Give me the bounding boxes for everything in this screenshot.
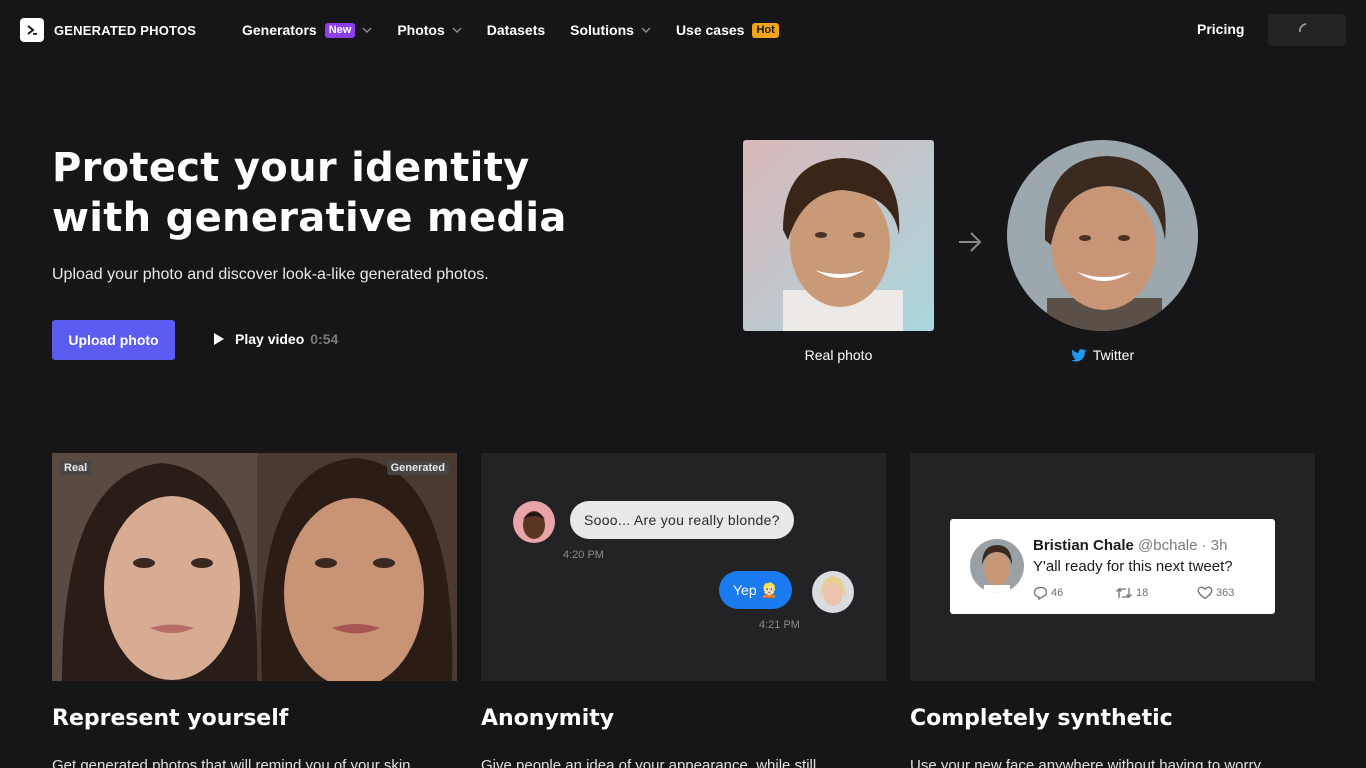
hero-title-line-2: with generative media: [52, 195, 567, 241]
logo-icon: [20, 18, 44, 42]
play-video-label: Play video: [235, 331, 305, 347]
generated-photo-label: Twitter: [1007, 347, 1198, 363]
menu-photos[interactable]: Photos: [397, 20, 462, 40]
menu-use-cases[interactable]: Use cases Hot: [676, 20, 779, 40]
top-navigation: GENERATED PHOTOS Generators New Photos D…: [0, 0, 1366, 60]
outgoing-timestamp: 4:21 PM: [759, 619, 800, 631]
hot-badge: Hot: [752, 22, 779, 38]
card-title-completely-synthetic: Completely synthetic: [910, 706, 1173, 731]
new-badge: New: [324, 22, 356, 38]
tweet-actions: 46 18 363: [1033, 586, 1279, 600]
tweet-header: Bristian Chale @bchale · 3h: [1033, 537, 1228, 554]
twitter-label: Twitter: [1092, 347, 1135, 363]
logo[interactable]: GENERATED PHOTOS: [20, 18, 196, 42]
generated-photo-image: [1007, 140, 1198, 331]
tweet-card: Bristian Chale @bchale · 3h Y'all ready …: [950, 519, 1275, 614]
hero-title-line-1: Protect your identity: [52, 145, 530, 191]
avatar: [513, 501, 555, 543]
menu-generators[interactable]: Generators New: [242, 20, 372, 40]
anonymity-card: Sooo... Are you really blonde? 4:20 PM Y…: [481, 453, 886, 681]
incoming-message: Sooo... Are you really blonde?: [570, 501, 794, 539]
tweet-handle: @bchale · 3h: [1138, 537, 1228, 554]
main-menu: Generators New Photos Datasets Solutions…: [242, 20, 804, 40]
heart-icon: [1197, 586, 1213, 600]
twitter-icon: [1071, 348, 1087, 362]
outgoing-message: Yep 👱🏻: [719, 571, 792, 609]
menu-use-cases-label: Use cases: [675, 22, 745, 38]
real-photo-label: Real photo: [804, 347, 873, 363]
retweet-count: 18: [1136, 587, 1149, 599]
pricing-link[interactable]: Pricing: [1197, 21, 1244, 37]
retweet-action: 18: [1115, 586, 1197, 600]
reply-action: 46: [1033, 586, 1115, 600]
menu-generators-label: Generators: [242, 22, 317, 38]
tweet-author-name: Bristian Chale: [1033, 537, 1134, 554]
video-duration: 0:54: [310, 331, 339, 347]
real-photo-image: [743, 140, 934, 331]
card-title-represent-yourself: Represent yourself: [52, 706, 289, 731]
completely-synthetic-card: Bristian Chale @bchale · 3h Y'all ready …: [910, 453, 1315, 681]
chevron-down-icon: [362, 27, 372, 33]
card-title-anonymity: Anonymity: [481, 706, 615, 731]
menu-solutions-label: Solutions: [570, 22, 634, 38]
card-text-anonymity: Give people an idea of your appearance, …: [481, 757, 817, 768]
avatar: [812, 571, 854, 613]
menu-datasets[interactable]: Datasets: [487, 20, 545, 40]
arrow-right-icon: [959, 232, 982, 252]
card-text-represent-yourself: Get generated photos that will remind yo…: [52, 757, 411, 768]
upload-photo-button[interactable]: Upload photo: [52, 320, 175, 360]
represent-yourself-card: Real Generated: [52, 453, 457, 681]
hero-subtitle: Upload your photo and discover look-a-li…: [52, 266, 489, 283]
logo-text: GENERATED PHOTOS: [54, 22, 197, 38]
real-tag: Real: [60, 461, 92, 475]
like-count: 363: [1216, 587, 1235, 599]
chevron-down-icon: [452, 27, 462, 33]
menu-photos-label: Photos: [397, 22, 445, 38]
avatar: [970, 539, 1024, 593]
reply-count: 46: [1051, 587, 1064, 599]
face-comparison-image: [52, 453, 457, 681]
incoming-timestamp: 4:20 PM: [563, 549, 604, 561]
hero-title: Protect your identity with generative me…: [52, 143, 672, 243]
like-action: 363: [1197, 586, 1279, 600]
chevron-down-icon: [641, 27, 651, 33]
card-text-completely-synthetic: Use your new face anywhere without havin…: [910, 757, 1262, 768]
account-button[interactable]: [1268, 14, 1346, 46]
retweet-icon: [1116, 588, 1132, 598]
menu-datasets-label: Datasets: [486, 22, 546, 38]
reply-icon: [1033, 586, 1048, 600]
tweet-text: Y'all ready for this next tweet?: [1033, 558, 1233, 575]
menu-solutions[interactable]: Solutions: [570, 20, 651, 40]
play-video-button[interactable]: Play video 0:54: [213, 331, 338, 347]
loading-spinner-icon: [1299, 23, 1307, 33]
generated-tag: Generated: [386, 461, 449, 475]
play-icon: [214, 333, 224, 345]
